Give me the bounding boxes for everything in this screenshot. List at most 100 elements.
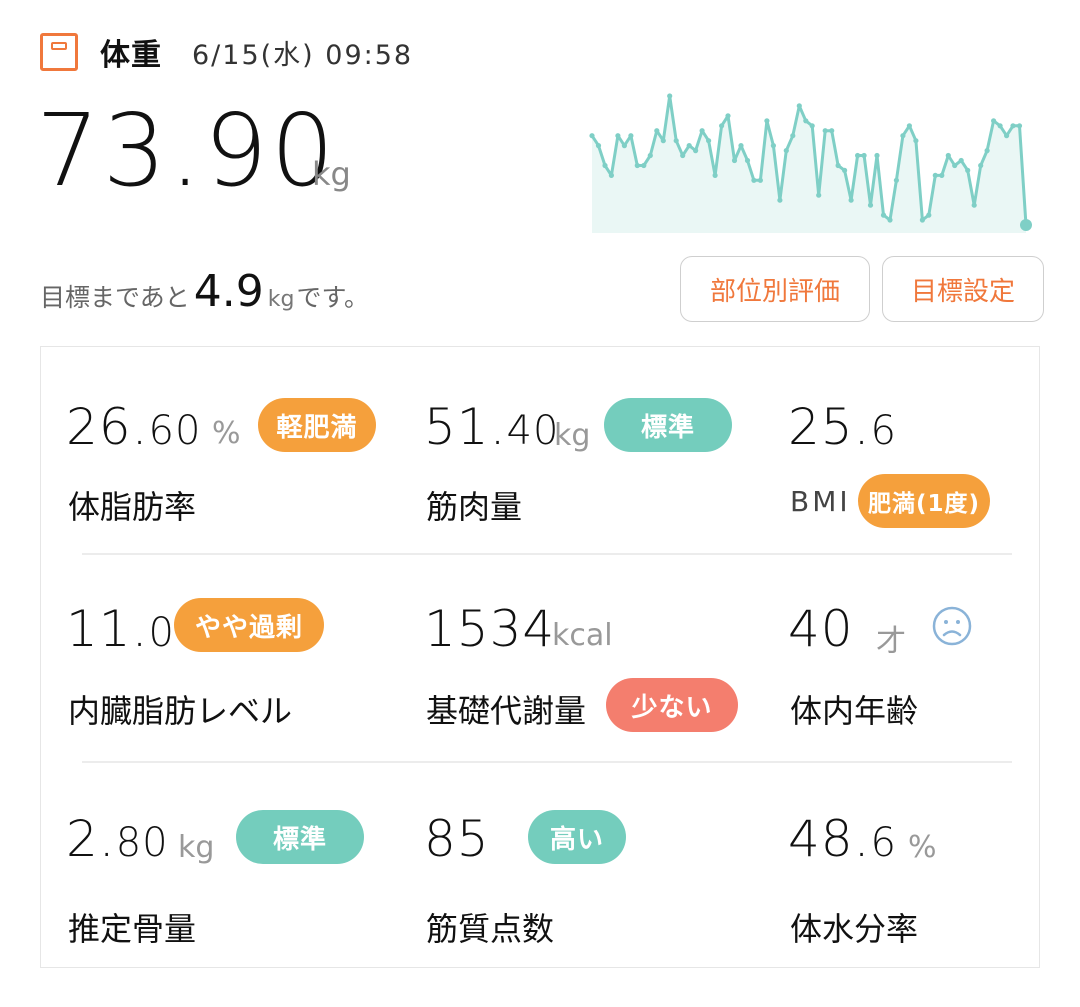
- trend-point: [926, 212, 932, 218]
- bmr-unit: kcal: [552, 618, 613, 653]
- bmi-badge: 肥満(1度): [858, 474, 990, 528]
- page-title: 体重: [100, 38, 162, 73]
- trend-point: [945, 152, 951, 159]
- trend-point: [855, 152, 861, 159]
- weight-screen: 体重 6/15(水) 09:58 73.90 kg 目標まであと 4.9 kg …: [0, 0, 1080, 1007]
- trend-point: [1016, 123, 1023, 129]
- body-age-unit: 才: [876, 624, 906, 659]
- trend-point: [829, 128, 835, 134]
- visceral-fat-label: 内臓脂肪レベル: [68, 692, 293, 730]
- bmr-label: 基礎代謝量: [426, 692, 587, 730]
- trend-point: [660, 138, 666, 144]
- trend-point: [615, 133, 621, 139]
- visceral-fat-badge: やや過剰: [174, 598, 324, 652]
- trend-point: [790, 133, 796, 139]
- trend-point: [621, 143, 627, 149]
- body-water-label: 体水分率: [790, 910, 919, 948]
- trend-point: [997, 123, 1003, 129]
- bmr-badge: 少ない: [606, 678, 738, 732]
- trend-point: [589, 133, 595, 139]
- trend-point: [835, 162, 841, 169]
- trend-point: [628, 133, 634, 139]
- goal-remaining: 目標まであと 4.9 kg です。: [40, 266, 369, 317]
- trend-point: [673, 138, 679, 144]
- body-water-unit: %: [908, 830, 937, 865]
- trend-area: [592, 96, 1026, 233]
- body-age-value: 40: [788, 600, 854, 658]
- trend-point: [919, 217, 925, 223]
- muscle-badge: 標準: [604, 398, 732, 452]
- trend-point: [809, 123, 815, 129]
- bone-mass-unit: kg: [178, 830, 215, 865]
- weight-value: 73.90: [36, 92, 338, 209]
- row-divider: [82, 761, 1012, 763]
- trend-point: [1010, 123, 1016, 129]
- trend-point: [796, 103, 802, 109]
- trend-point: [887, 217, 893, 223]
- bmi-value: 25.6: [788, 398, 897, 456]
- muscle-value: 51.40: [424, 398, 560, 456]
- body-fat-label: 体脂肪率: [68, 488, 197, 526]
- bmr-value: 1534: [424, 600, 556, 658]
- trend-point: [608, 172, 614, 178]
- sad-face-icon: [932, 606, 972, 646]
- trend-point: [757, 177, 763, 183]
- parts-evaluation-button[interactable]: 部位別評価: [680, 256, 870, 322]
- goal-setting-button[interactable]: 目標設定: [882, 256, 1044, 322]
- muscle-unit: kg: [554, 418, 591, 453]
- goal-remaining-value: 4.9: [193, 266, 264, 317]
- trend-point: [816, 192, 822, 198]
- trend-point: [654, 128, 660, 134]
- trend-point: [1004, 133, 1010, 139]
- trend-point: [952, 162, 958, 169]
- body-fat-badge: 軽肥満: [258, 398, 376, 452]
- trend-point: [913, 138, 919, 144]
- trend-point: [712, 172, 718, 178]
- trend-point: [978, 162, 984, 169]
- trend-point: [719, 123, 725, 129]
- trend-point: [984, 148, 990, 154]
- scale-icon: [40, 33, 78, 71]
- trend-point: [641, 162, 647, 169]
- bone-mass-value: 2.80: [66, 810, 169, 868]
- trend-point: [932, 172, 938, 178]
- trend-point: [699, 128, 705, 134]
- trend-point: [647, 152, 653, 159]
- trend-point: [958, 157, 964, 164]
- trend-point: [900, 133, 906, 139]
- trend-point: [867, 202, 874, 208]
- goal-remaining-unit: kg: [267, 287, 295, 312]
- trend-point: [731, 157, 738, 164]
- trend-point: [706, 138, 712, 144]
- trend-point: [693, 148, 699, 154]
- body-fat-value: 26.60: [66, 398, 202, 456]
- body-age-label: 体内年齢: [790, 692, 919, 730]
- trend-point: [842, 167, 848, 173]
- trend-point: [803, 118, 809, 124]
- trend-point: [861, 152, 867, 159]
- measurement-datetime: 6/15(水) 09:58: [192, 39, 414, 71]
- weight-unit: kg: [312, 155, 351, 193]
- goal-suffix: です。: [296, 283, 369, 312]
- bone-mass-badge: 標準: [236, 810, 364, 864]
- body-fat-unit: %: [212, 416, 241, 451]
- trend-point: [822, 128, 828, 134]
- muscle-quality-value: 85: [424, 810, 490, 868]
- trend-point: [939, 172, 945, 178]
- trend-point: [770, 143, 776, 149]
- trend-point: [725, 113, 731, 119]
- muscle-quality-badge: 高い: [528, 810, 626, 864]
- trend-point: [686, 143, 692, 149]
- trend-point: [764, 118, 770, 124]
- trend-point: [744, 157, 751, 164]
- body-water-value: 48.6: [788, 810, 897, 868]
- trend-point: [880, 212, 887, 218]
- header: 体重 6/15(水) 09:58: [40, 30, 413, 74]
- trend-point: [680, 152, 686, 159]
- trend-point: [602, 162, 608, 169]
- weight-trend-chart[interactable]: [584, 88, 1034, 233]
- visceral-fat-value: 11.0: [66, 600, 175, 658]
- trend-point: [777, 197, 783, 203]
- row-divider: [82, 553, 1012, 555]
- trend-point: [893, 177, 899, 183]
